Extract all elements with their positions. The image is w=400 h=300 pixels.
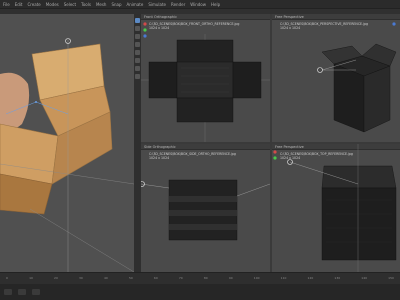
perspective-box-viewport[interactable]: Free Perspective C:\3D_SCENES\BOX\BOX_TO… <box>272 144 400 272</box>
timeline-tick: 130 <box>334 276 341 280</box>
menu-select[interactable]: Select <box>64 2 76 7</box>
timeline-tick: 90 <box>228 276 233 280</box>
axis-z-icon <box>143 34 147 38</box>
move-tool-icon[interactable] <box>135 18 140 23</box>
timeline-tick: 100 <box>253 276 260 280</box>
timeline-tick: 110 <box>280 276 287 280</box>
tool-strip <box>134 14 141 272</box>
brush-tool-icon[interactable] <box>135 50 140 55</box>
timeline-tick: 10 <box>29 276 33 280</box>
timeline-tick: 80 <box>203 276 208 280</box>
snap-tool-icon[interactable] <box>135 74 140 79</box>
timeline-tick: 50 <box>128 276 133 280</box>
cardboard-box-photo <box>0 38 134 272</box>
key-button[interactable] <box>32 289 40 295</box>
box-template-mesh <box>141 22 270 142</box>
scale-tool-icon[interactable] <box>135 34 140 39</box>
timeline-tick: 30 <box>79 276 83 280</box>
side-ortho-viewport[interactable]: Side Orthographic C:\3D_SCENES\BOX\BOX_S… <box>141 144 270 272</box>
front-ortho-viewport[interactable]: Front Orthographic C:\3D_SCENES\BOX\BOX_… <box>141 14 270 142</box>
stop-button[interactable] <box>18 289 26 295</box>
timeline-tick: 0 <box>6 276 8 280</box>
extrude-tool-icon[interactable] <box>135 66 140 71</box>
menu-bar: File Edit Create Modes Select Tools Mesh… <box>0 0 400 9</box>
perspective-viewport[interactable]: Free Perspective C:\3D_SCENES\BOX\BOX_PE… <box>272 14 400 142</box>
menu-file[interactable]: File <box>3 2 10 7</box>
open-box-mesh <box>317 22 397 133</box>
timeline-tick: 140 <box>361 276 368 280</box>
play-button[interactable] <box>4 289 12 295</box>
menu-modes[interactable]: Modes <box>46 2 59 7</box>
menu-help[interactable]: Help <box>211 2 220 7</box>
hand-shape <box>0 72 30 133</box>
rotate-tool-icon[interactable] <box>135 26 140 31</box>
select-tool-icon[interactable] <box>135 42 140 47</box>
timeline[interactable]: 0 10 20 30 40 50 60 70 80 90 100 110 120… <box>0 272 400 284</box>
axis-z-icon <box>392 22 396 26</box>
reference-photo-viewport[interactable] <box>0 14 134 272</box>
menu-window[interactable]: Window <box>190 2 206 7</box>
menu-snap[interactable]: Snap <box>111 2 121 7</box>
menu-create[interactable]: Create <box>27 2 40 7</box>
timeline-tick: 20 <box>54 276 58 280</box>
axis-x-icon <box>273 150 277 154</box>
axis-x-icon <box>143 22 147 26</box>
timeline-tick: 120 <box>307 276 314 280</box>
timeline-tick: 70 <box>178 276 183 280</box>
gizmo-handle-icon <box>317 67 323 73</box>
box-perspective-mesh <box>273 144 397 272</box>
knife-tool-icon[interactable] <box>135 58 140 63</box>
timeline-tick: 60 <box>153 276 158 280</box>
axis-y-icon <box>143 28 147 32</box>
menu-tools[interactable]: Tools <box>81 2 91 7</box>
status-bar <box>0 284 400 300</box>
menu-edit[interactable]: Edit <box>15 2 23 7</box>
timeline-tick: 150 <box>388 276 394 280</box>
axis-y-icon <box>273 156 277 160</box>
menu-render[interactable]: Render <box>171 2 185 7</box>
timeline-ruler: 0 10 20 30 40 50 60 70 80 90 100 110 120… <box>6 276 394 283</box>
menu-animate[interactable]: Animate <box>127 2 144 7</box>
menu-mesh[interactable]: Mesh <box>96 2 107 7</box>
box-side-mesh <box>141 179 270 241</box>
menu-simulate[interactable]: Simulate <box>148 2 166 7</box>
timeline-tick: 40 <box>103 276 108 280</box>
